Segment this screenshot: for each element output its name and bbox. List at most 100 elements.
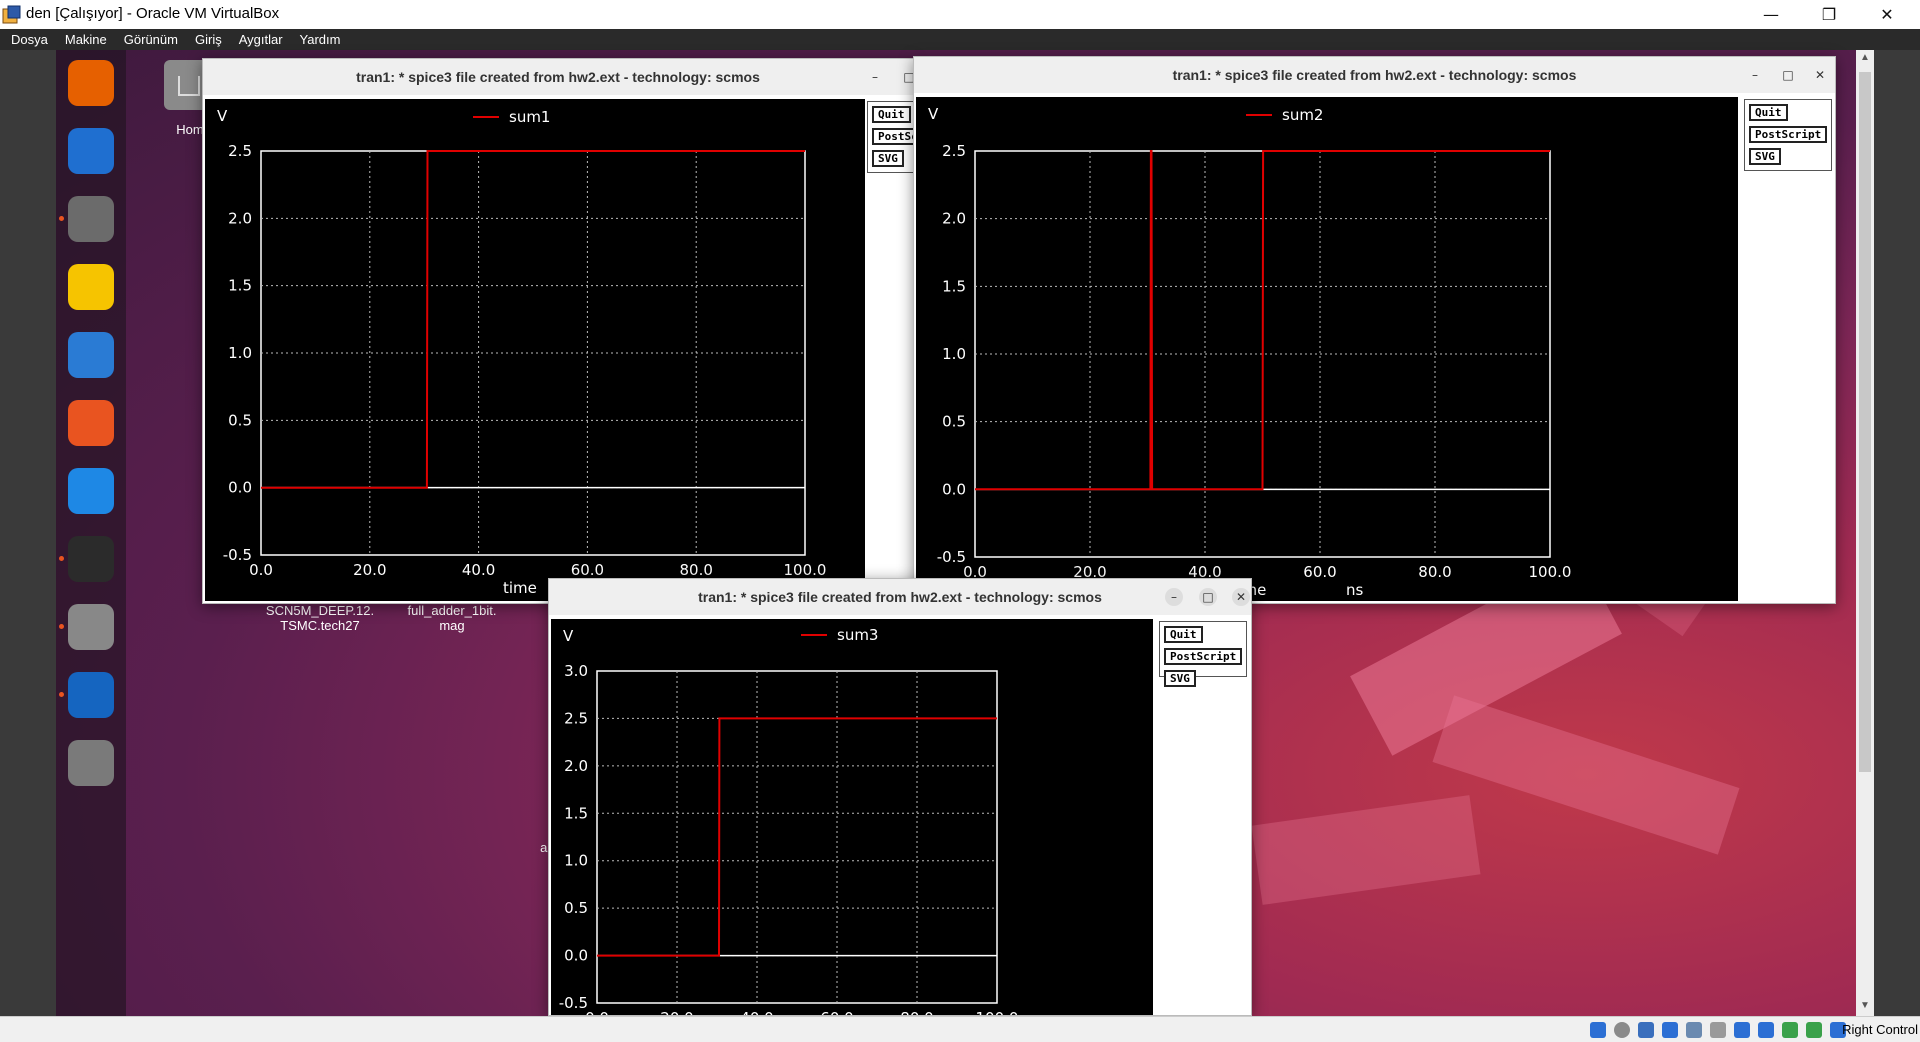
menu-aygitlar[interactable]: Aygıtlar bbox=[239, 32, 283, 47]
y-axis-label: V bbox=[928, 105, 939, 123]
svg-button[interactable]: SVG bbox=[1749, 148, 1781, 165]
minimize-icon[interactable]: – bbox=[1165, 588, 1183, 606]
desktop-icon-label[interactable]: SCN5M_DEEP.12. TSMC.tech27 bbox=[260, 603, 380, 633]
minimize-icon[interactable]: – bbox=[866, 68, 884, 86]
legend-label: sum3 bbox=[837, 626, 878, 644]
svg-button[interactable]: SVG bbox=[872, 150, 904, 167]
window-title: tran1: * spice3 file created from hw2.ex… bbox=[698, 589, 1102, 605]
text-editor-icon[interactable] bbox=[68, 672, 114, 718]
minimize-button[interactable]: — bbox=[1742, 0, 1800, 29]
quit-button[interactable]: Quit bbox=[1749, 104, 1788, 121]
x-tick-label: 20.0 bbox=[353, 561, 386, 579]
y-tick-label: 2.5 bbox=[942, 142, 966, 160]
usb-icon[interactable] bbox=[1686, 1022, 1702, 1038]
chart-svg: 3.02.52.01.51.00.50.0-0.50.020.040.060.0… bbox=[559, 626, 1019, 1015]
maximize-icon[interactable]: □ bbox=[1779, 66, 1797, 84]
desktop-icon-label[interactable]: full_adder_1bit. mag bbox=[392, 603, 512, 633]
menu-giris[interactable]: Giriş bbox=[195, 32, 222, 47]
vertical-scrollbar[interactable]: ▲ ▼ bbox=[1856, 50, 1874, 1016]
window-title: tran1: * spice3 file created from hw2.ex… bbox=[1172, 67, 1577, 83]
menu-gorunum[interactable]: Görünüm bbox=[124, 32, 178, 47]
scroll-up-arrow-icon[interactable]: ▲ bbox=[1856, 52, 1874, 66]
network-icon[interactable] bbox=[1662, 1022, 1678, 1038]
hard-disk-icon[interactable] bbox=[1590, 1022, 1606, 1038]
x-tick-label: 20.0 bbox=[660, 1009, 693, 1015]
libreoffice-writer-icon[interactable] bbox=[68, 332, 114, 378]
x-tick-label: 80.0 bbox=[900, 1009, 933, 1015]
x-tick-label: 0.0 bbox=[249, 561, 273, 579]
y-tick-label: 1.0 bbox=[228, 344, 252, 362]
plot-area[interactable]: 2.5 2.0 1.5 1.0 0.5 0.0 -0.5 0.0 20.0 40.0 60.0 80.… bbox=[916, 97, 1738, 601]
button-panel: Quit PostScript SVG bbox=[1744, 99, 1832, 171]
y-tick-label: 3.0 bbox=[564, 662, 588, 680]
menu-yardim[interactable]: Yardım bbox=[300, 32, 341, 47]
menu-makine[interactable]: Makine bbox=[65, 32, 107, 47]
display-icon[interactable] bbox=[1734, 1022, 1750, 1038]
running-indicator bbox=[59, 692, 64, 697]
y-tick-label: 0.5 bbox=[564, 899, 588, 917]
x-tick-label: 100.0 bbox=[976, 1009, 1019, 1015]
maximize-icon[interactable]: □ bbox=[1199, 588, 1217, 606]
quit-button[interactable]: Quit bbox=[1164, 626, 1203, 643]
plot-area[interactable]: 2.5 2.0 1.5 1.0 0.5 0.0 -0.5 0.0 20.0 40.0 60.0 80.… bbox=[205, 99, 865, 601]
window-title-bar[interactable]: tran1: * spice3 file created from hw2.ex… bbox=[549, 579, 1251, 615]
y-tick-label: 2.0 bbox=[228, 209, 252, 227]
postscript-button[interactable]: PostSc bbox=[872, 128, 913, 145]
y-tick-label: 0.5 bbox=[228, 411, 252, 429]
window-title: tran1: * spice3 file created from hw2.ex… bbox=[356, 69, 760, 85]
firefox-icon[interactable] bbox=[68, 60, 114, 106]
minimize-icon[interactable]: – bbox=[1746, 66, 1764, 84]
trash-icon[interactable] bbox=[68, 740, 114, 786]
audio-icon[interactable] bbox=[1638, 1022, 1654, 1038]
running-indicator bbox=[59, 216, 64, 221]
app-center-icon[interactable] bbox=[68, 400, 114, 446]
chart-svg: 2.52.01.51.00.50.0-0.50.0 20.0 40.0 60.0 80.… bbox=[928, 105, 1571, 599]
rhythmbox-icon[interactable] bbox=[68, 264, 114, 310]
x-tick-label: 0.0 bbox=[585, 1009, 609, 1015]
plot-window-sum2[interactable]: tran1: * spice3 file created from hw2.ex… bbox=[913, 56, 1836, 604]
postscript-button[interactable]: PostScript bbox=[1164, 648, 1243, 665]
files-icon[interactable] bbox=[68, 196, 114, 242]
y-tick-label: 0.0 bbox=[942, 480, 966, 498]
scroll-down-arrow-icon[interactable]: ▼ bbox=[1856, 1000, 1874, 1014]
cpu-icon[interactable] bbox=[1782, 1022, 1798, 1038]
shared-folders-icon[interactable] bbox=[1710, 1022, 1726, 1038]
window-title-bar[interactable]: tran1: * spice3 file created from hw2.ex… bbox=[914, 57, 1835, 93]
series-line-sum2 bbox=[975, 150, 1550, 491]
close-icon[interactable]: ✕ bbox=[1811, 66, 1829, 84]
mouse-integration-icon[interactable] bbox=[1806, 1022, 1822, 1038]
terminal-icon[interactable] bbox=[68, 536, 114, 582]
menu-dosya[interactable]: Dosya bbox=[11, 32, 48, 47]
restore-button[interactable]: ❐ bbox=[1800, 0, 1858, 29]
host-key-label: Right Control bbox=[1842, 1022, 1918, 1037]
y-tick-label: 1.5 bbox=[228, 277, 252, 295]
thunderbird-icon[interactable] bbox=[68, 128, 114, 174]
svg-button[interactable]: SVG bbox=[1164, 670, 1196, 687]
legend-label: sum1 bbox=[509, 108, 550, 126]
y-tick-label: -0.5 bbox=[559, 994, 588, 1012]
window-title-bar[interactable]: tran1: * spice3 file created from hw2.ex… bbox=[203, 59, 913, 95]
maximize-icon[interactable]: □ bbox=[900, 68, 913, 86]
y-tick-label: -0.5 bbox=[223, 546, 252, 564]
quit-button[interactable]: Quit bbox=[872, 106, 911, 123]
close-icon[interactable]: ✕ bbox=[1232, 588, 1250, 606]
plot-window-sum1[interactable]: tran1: * spice3 file created from hw2.ex… bbox=[202, 58, 914, 604]
plot-area[interactable]: 3.02.52.01.51.00.50.0-0.50.020.040.060.0… bbox=[551, 619, 1153, 1015]
close-button[interactable]: ✕ bbox=[1858, 0, 1916, 29]
series-line-sum3 bbox=[597, 717, 997, 957]
postscript-button[interactable]: PostScript bbox=[1749, 126, 1828, 143]
wallpaper-shard bbox=[1432, 695, 1740, 855]
plot-window-sum3[interactable]: tran1: * spice3 file created from hw2.ex… bbox=[548, 578, 1252, 1016]
x-tick-label: 60.0 bbox=[820, 1009, 853, 1015]
y-tick-label: 2.0 bbox=[942, 210, 966, 228]
legend-label: sum2 bbox=[1282, 106, 1323, 124]
window-title: den [Çalışıyor] - Oracle VM VirtualBox bbox=[26, 5, 280, 22]
wallpaper-shard bbox=[1251, 795, 1481, 905]
help-icon[interactable] bbox=[68, 468, 114, 514]
recording-icon[interactable] bbox=[1758, 1022, 1774, 1038]
x-tick-label: 60.0 bbox=[571, 561, 604, 579]
x-tick-label: 40.0 bbox=[462, 561, 495, 579]
scrollbar-thumb[interactable] bbox=[1859, 72, 1871, 772]
settings-icon[interactable] bbox=[68, 604, 114, 650]
optical-drive-icon[interactable] bbox=[1614, 1022, 1630, 1038]
